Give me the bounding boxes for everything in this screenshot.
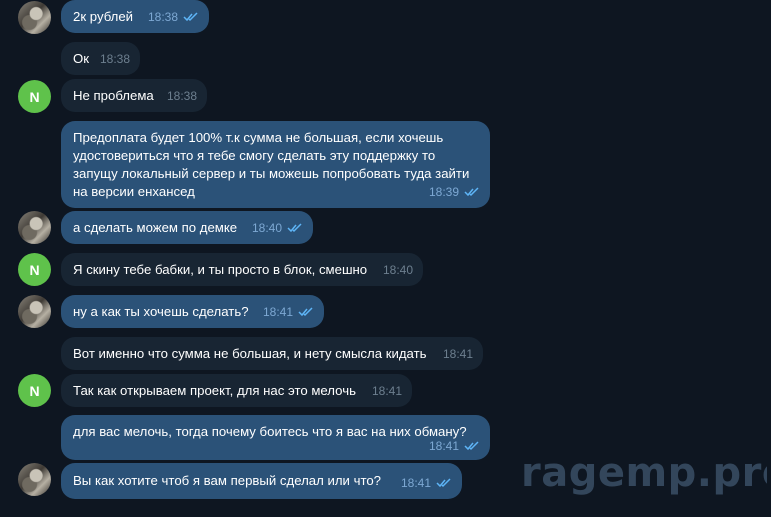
- message-time: 18:40: [382, 263, 413, 277]
- double-check-icon: [183, 12, 198, 22]
- contact-avatar-n[interactable]: N: [18, 80, 51, 113]
- message-text: Не проблема: [73, 88, 154, 103]
- sender-avatar-photo[interactable]: [18, 295, 51, 328]
- message-text: а сделать можем по демке: [73, 220, 238, 235]
- message-meta: 18:41: [263, 303, 314, 321]
- scrollbar-track[interactable]: [767, 0, 771, 517]
- message-bubble[interactable]: Я скину тебе бабки, и ты просто в блок, …: [61, 253, 423, 286]
- sender-avatar-photo[interactable]: [18, 211, 51, 244]
- message-meta: 18:38: [167, 87, 197, 105]
- message-time: 18:39: [428, 185, 459, 199]
- message-text: ну а как ты хочешь сделать?: [73, 304, 249, 319]
- message-time: 18:41: [428, 439, 459, 453]
- message-text: Я скину тебе бабки, и ты просто в блок, …: [73, 262, 368, 277]
- message-meta: 18:41: [429, 437, 480, 455]
- message-time: 18:41: [262, 305, 293, 319]
- message-time: 18:41: [442, 347, 473, 361]
- message-bubble[interactable]: ну а как ты хочешь сделать? 18:41: [61, 295, 324, 328]
- message-meta: 18:38: [100, 50, 130, 68]
- contact-avatar-n[interactable]: N: [18, 253, 51, 286]
- message-time: 18:41: [400, 476, 431, 490]
- double-check-icon: [464, 441, 479, 451]
- message-meta: 18:40: [383, 261, 413, 279]
- message-text: Вот именно что сумма не большая, и нету …: [73, 346, 427, 361]
- message-time: 18:38: [99, 52, 130, 66]
- message-bubble[interactable]: 2к рублей 18:38: [61, 0, 209, 33]
- message-meta: 18:41: [443, 345, 473, 363]
- message-time: 18:38: [166, 89, 197, 103]
- message-time: 18:41: [371, 384, 402, 398]
- message-bubble[interactable]: Вы как хотите чтоб я вам первый сделал и…: [61, 463, 462, 499]
- double-check-icon: [436, 478, 451, 488]
- message-meta: 18:41: [372, 382, 402, 400]
- sender-avatar-photo[interactable]: [18, 463, 51, 496]
- message-text: Предоплата будет 100% т.к сумма не больш…: [73, 130, 473, 199]
- message-bubble[interactable]: Предоплата будет 100% т.к сумма не больш…: [61, 121, 490, 208]
- double-check-icon: [464, 187, 479, 197]
- message-time: 18:40: [251, 221, 282, 235]
- message-text: Ок: [73, 51, 90, 66]
- message-bubble[interactable]: а сделать можем по демке 18:40: [61, 211, 313, 244]
- double-check-icon: [298, 307, 313, 317]
- contact-avatar-n[interactable]: N: [18, 374, 51, 407]
- message-meta: 18:38: [148, 8, 199, 26]
- message-bubble[interactable]: Ок 18:38: [61, 42, 140, 75]
- message-text: для вас мелочь, тогда почему боитесь что…: [73, 424, 467, 439]
- sender-avatar-photo[interactable]: [18, 1, 51, 34]
- message-text: Так как открываем проект, для нас это ме…: [73, 383, 356, 398]
- message-bubble[interactable]: Вот именно что сумма не большая, и нету …: [61, 337, 483, 370]
- message-bubble[interactable]: Не проблема 18:38: [61, 79, 207, 112]
- watermark-logo: ragemp.pro: [521, 450, 771, 496]
- double-check-icon: [287, 223, 302, 233]
- message-meta: 18:41: [401, 474, 452, 492]
- message-text: 2к рублей: [73, 9, 134, 24]
- message-bubble[interactable]: для вас мелочь, тогда почему боитесь что…: [61, 415, 490, 460]
- message-time: 18:38: [147, 10, 178, 24]
- message-text: Вы как хотите чтоб я вам первый сделал и…: [73, 473, 382, 488]
- message-bubble[interactable]: Так как открываем проект, для нас это ме…: [61, 374, 412, 407]
- message-meta: 18:39: [429, 183, 480, 201]
- message-meta: 18:40: [252, 219, 303, 237]
